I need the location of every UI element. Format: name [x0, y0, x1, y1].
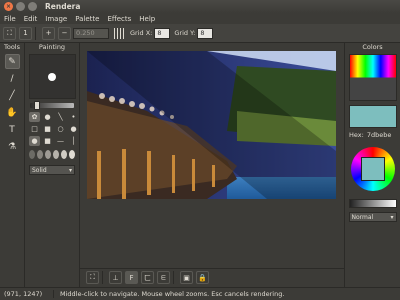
hex-value[interactable]: 7dbebe: [367, 131, 392, 139]
hex-label: Hex:: [349, 131, 364, 139]
title-bar: × Rendera: [0, 0, 400, 13]
soft-dot[interactable]: [61, 150, 67, 159]
brush-blot-icon[interactable]: ●: [42, 112, 53, 122]
painting-title: Painting: [38, 43, 66, 51]
status-message: Middle-click to navigate. Mouse wheel zo…: [60, 290, 285, 298]
zoom-one-button[interactable]: 1: [19, 26, 32, 40]
brush-size-slider[interactable]: [30, 101, 74, 110]
lock-icon[interactable]: 🔒: [196, 271, 209, 284]
close-button[interactable]: ×: [4, 2, 13, 11]
brush-line-icon[interactable]: —: [55, 136, 66, 146]
brush-preview: [28, 54, 76, 99]
brush-square-icon[interactable]: ■: [42, 124, 53, 134]
zoom-field[interactable]: 0.250: [73, 27, 109, 39]
canvas-area[interactable]: [80, 43, 344, 287]
settings-icon[interactable]: ▣: [180, 271, 193, 284]
color-wheel[interactable]: [350, 147, 395, 191]
menu-bar: File Edit Image Palette Effects Help: [0, 13, 400, 24]
slider-knob[interactable]: [34, 101, 40, 110]
tools-panel: Tools ✎ / ╱ ✋ T ⚗: [0, 43, 25, 287]
tools-title: Tools: [3, 43, 20, 51]
eyedropper-icon[interactable]: ⚗: [5, 139, 20, 154]
grid-y-field[interactable]: 8: [197, 27, 214, 39]
align-right-icon[interactable]: ㅌ: [157, 271, 170, 284]
softness-row: [29, 150, 79, 159]
brush-vertical-icon[interactable]: │: [68, 136, 79, 146]
fullscreen-icon[interactable]: ⛶: [3, 26, 16, 40]
paint-mode-select[interactable]: Solid ▾: [29, 165, 75, 175]
brush-square-outline-icon[interactable]: □: [29, 124, 40, 134]
canvas-image[interactable]: [87, 51, 336, 199]
text-icon[interactable]: T: [5, 122, 20, 137]
soft-dot[interactable]: [53, 150, 59, 159]
color-square[interactable]: [360, 157, 385, 181]
hex-row: Hex: 7dbebe: [349, 131, 400, 139]
filter-icon[interactable]: F: [125, 271, 138, 284]
toolbar: ⛶ 1 + − 0.250 Grid X: 8 Grid Y: 8: [0, 24, 400, 43]
fit-icon[interactable]: ⛶: [86, 271, 99, 284]
brush-dot-icon: [48, 72, 56, 81]
pencil-icon[interactable]: /: [5, 71, 20, 86]
brush-circle-outline-icon[interactable]: ○: [55, 124, 66, 134]
soft-dot[interactable]: [37, 150, 43, 159]
soft-dot[interactable]: [45, 150, 51, 159]
menu-palette[interactable]: Palette: [71, 15, 103, 23]
color-palette[interactable]: [348, 54, 397, 101]
zoom-out-button[interactable]: −: [58, 26, 71, 40]
zoom-in-button[interactable]: +: [42, 26, 55, 40]
bottom-divider: [173, 271, 174, 284]
soft-dot[interactable]: [69, 150, 75, 159]
grid-x-label: Grid X:: [130, 29, 153, 37]
boardwalk-photo: [87, 51, 336, 199]
blend-mode-select[interactable]: Normal ▾: [348, 212, 397, 222]
grid-y-label: Grid Y:: [174, 29, 196, 37]
grid-icon[interactable]: [114, 27, 126, 39]
line-icon[interactable]: ╱: [5, 88, 20, 103]
hand-icon[interactable]: ✋: [5, 105, 20, 120]
menu-image[interactable]: Image: [41, 15, 71, 23]
status-bar: (971, 1247) Middle-click to navigate. Mo…: [0, 287, 400, 300]
brush-shape-grid: ✿ ● ╲ • □ ■ ○ ● ● ■ — │: [29, 112, 79, 146]
menu-edit[interactable]: Edit: [20, 15, 42, 23]
painting-panel: Painting ✿ ● ╲ • □ ■ ○ ● ● ■ — │ Solid ▾: [25, 43, 80, 287]
align-left-icon[interactable]: ㄈ: [141, 271, 154, 284]
bottom-divider: [102, 271, 103, 284]
brush-circle-icon[interactable]: ●: [68, 124, 79, 134]
grid-x-field[interactable]: 8: [154, 27, 171, 39]
minimize-button[interactable]: [16, 2, 25, 11]
window-title: Rendera: [45, 2, 81, 11]
colors-panel: Colors Hex: 7dbebe Normal ▾: [344, 43, 400, 287]
paint-mode-value: Solid: [32, 166, 47, 174]
cursor-coords: (971, 1247): [0, 290, 54, 298]
brush-dot-small-icon[interactable]: •: [68, 112, 79, 122]
menu-help[interactable]: Help: [135, 15, 159, 23]
soft-dot[interactable]: [29, 150, 35, 159]
toolbar-divider: [35, 26, 36, 40]
brush-stroke-icon[interactable]: ╲: [55, 112, 66, 122]
colors-title: Colors: [362, 43, 383, 51]
current-color-swatch: [348, 105, 397, 128]
maximize-button[interactable]: [28, 2, 37, 11]
menu-effects[interactable]: Effects: [103, 15, 135, 23]
menu-file[interactable]: File: [0, 15, 20, 23]
paint-brush-icon[interactable]: ✎: [4, 54, 20, 69]
canvas-bottom-toolbar: ⛶ ⊥ F ㄈ ㅌ ▣ 🔒: [80, 268, 344, 286]
blend-mode-value: Normal: [351, 213, 374, 221]
brush-fill-icon[interactable]: ✿: [29, 112, 40, 122]
brush-square-solid-icon[interactable]: ■: [42, 136, 53, 146]
chevron-down-icon: ▾: [390, 213, 394, 221]
brush-round-icon[interactable]: ●: [29, 136, 40, 146]
value-slider[interactable]: [348, 199, 397, 208]
chevron-down-icon: ▾: [68, 166, 72, 174]
anchor-icon[interactable]: ⊥: [109, 271, 122, 284]
